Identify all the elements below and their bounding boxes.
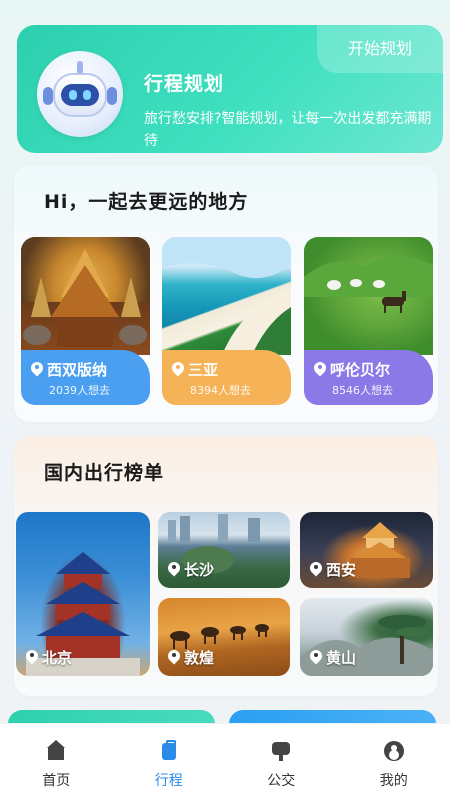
destination-info: 呼伦贝尔 8546人想去 <box>304 350 433 405</box>
tab-label: 行程 <box>154 773 183 789</box>
temple-illustration <box>23 249 147 347</box>
location-pin-icon <box>26 650 38 665</box>
recommend-title-text: Hi，一起去更远的地方 <box>44 191 249 213</box>
robot-eye-right <box>83 90 91 100</box>
robot-ear-left <box>43 87 53 105</box>
location-pin-icon <box>310 650 322 665</box>
destination-photo <box>21 237 150 355</box>
tab-label: 公交 <box>267 773 296 789</box>
bus-icon <box>270 740 292 762</box>
grassland-illustration <box>304 256 433 313</box>
bottom-tab-bar: 首页 行程 公交 我的 <box>0 723 450 800</box>
home-icon <box>45 740 67 762</box>
ranking-label: 长沙 <box>168 559 214 580</box>
ranking-name: 长沙 <box>184 561 215 579</box>
location-pin-icon <box>168 650 180 665</box>
ranking-section-title: 国内出行榜单 <box>42 458 165 489</box>
location-pin-icon <box>168 562 180 577</box>
destination-info: 三亚 8394人想去 <box>162 350 291 405</box>
destination-photo <box>304 237 433 355</box>
tab-profile[interactable]: 我的 <box>349 740 439 790</box>
ranking-name: 北京 <box>42 649 73 667</box>
robot-avatar <box>37 51 123 137</box>
destination-name-text: 西双版纳 <box>47 361 108 379</box>
destination-photo <box>162 237 291 355</box>
robot-face <box>61 84 99 106</box>
destination-name: 西双版纳 <box>31 359 107 380</box>
recommend-section-title: Hi，一起去更远的地方 <box>42 187 249 218</box>
banner-title: 行程规划 <box>144 73 225 95</box>
tab-home[interactable]: 首页 <box>11 740 101 790</box>
destination-want-count: 8394人想去 <box>190 384 251 397</box>
ranking-name: 敦煌 <box>184 649 215 667</box>
ranking-card-huangshan[interactable]: 黄山 <box>300 598 433 676</box>
ranking-label: 北京 <box>26 647 72 668</box>
beach-illustration <box>162 237 291 355</box>
ranking-card-xian[interactable]: 西安 <box>300 512 433 588</box>
tab-itinerary[interactable]: 行程 <box>124 740 214 790</box>
location-pin-icon <box>172 362 184 377</box>
ranking-label: 敦煌 <box>168 647 214 668</box>
destination-info: 西双版纳 2039人想去 <box>21 350 150 405</box>
luggage-icon <box>158 740 180 762</box>
ranking-section: 国内出行榜单 北京 长沙 西安 敦煌 黄山 <box>14 436 438 696</box>
destination-want-count: 8546人想去 <box>332 384 393 397</box>
ranking-title-text: 国内出行榜单 <box>44 462 165 484</box>
tab-label: 首页 <box>42 773 71 789</box>
location-pin-icon <box>314 362 326 377</box>
ranking-card-changsha[interactable]: 长沙 <box>158 512 290 588</box>
ranking-card-dunhuang[interactable]: 敦煌 <box>158 598 290 676</box>
ranking-name: 黄山 <box>326 649 357 667</box>
destination-name: 呼伦贝尔 <box>314 359 390 380</box>
location-pin-icon <box>31 362 43 377</box>
user-icon <box>383 740 405 762</box>
recommend-section: Hi，一起去更远的地方 西双版纳 2039人想去 三亚 8394人想去 呼伦贝尔… <box>14 165 438 422</box>
destination-name: 三亚 <box>172 359 218 380</box>
destination-name-text: 呼伦贝尔 <box>330 361 391 379</box>
location-pin-icon <box>310 562 322 577</box>
destination-card-hulunbuir[interactable]: 呼伦贝尔 8546人想去 <box>304 237 433 405</box>
robot-eye-left <box>69 90 77 100</box>
ranking-label: 黄山 <box>310 647 356 668</box>
robot-icon <box>53 73 107 117</box>
robot-ear-right <box>107 87 117 105</box>
destination-want-count: 2039人想去 <box>49 384 110 397</box>
banner-description: 旅行愁安排?智能规划，让每一次出发都充满期待 <box>144 111 432 149</box>
ranking-label: 西安 <box>310 559 356 580</box>
destination-card-xishuangbanna[interactable]: 西双版纳 2039人想去 <box>21 237 150 405</box>
tab-label: 我的 <box>379 773 408 789</box>
tab-bus[interactable]: 公交 <box>236 740 326 790</box>
trip-planning-banner[interactable]: 行程规划 旅行愁安排?智能规划，让每一次出发都充满期待 开始规划 <box>17 25 443 153</box>
destination-name-text: 三亚 <box>188 361 219 379</box>
ranking-card-beijing[interactable]: 北京 <box>16 512 150 676</box>
destination-card-sanya[interactable]: 三亚 8394人想去 <box>162 237 291 405</box>
ranking-name: 西安 <box>326 561 357 579</box>
start-planning-button[interactable]: 开始规划 <box>317 25 443 73</box>
